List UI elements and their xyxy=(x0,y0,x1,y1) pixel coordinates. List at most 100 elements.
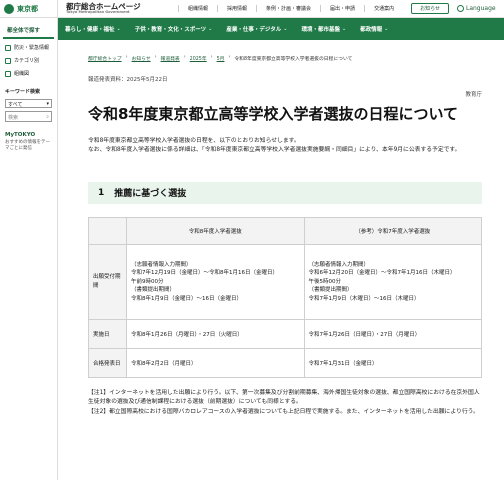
tokyo-logo[interactable]: 東京都 xyxy=(0,0,57,18)
table-row: 実施日 令和8年1月26日（月曜日）・27日（火曜日） 令和7年1月26日（日曜… xyxy=(88,318,482,349)
breadcrumb-current: 令和8年度東京都立高等学校入学者選抜の日程について xyxy=(234,57,353,62)
breadcrumb-separator: › xyxy=(210,55,213,60)
cell-line: 令和7年12月19日（金曜日）～令和8年1月16日（金曜日） xyxy=(131,270,278,277)
cell-line: 令和6年12月20日（金曜日）～令和7年1月16日（木曜日） xyxy=(308,270,456,277)
main-content: 都庁総合トップ › お知らせ › 報道発表 › 2025年 › 5月 › 令和8… xyxy=(58,40,504,480)
cell-line: （書類提出期間） xyxy=(131,287,176,294)
publication-date: 報道発表資料：2025年5月22日 xyxy=(88,77,168,83)
row-label: 出願受付期間 xyxy=(88,243,127,320)
breadcrumb-top[interactable]: 都庁総合トップ xyxy=(88,55,122,62)
notice-button[interactable]: お知らせ xyxy=(411,3,449,14)
cell-line: 午前9時00分 xyxy=(131,278,164,285)
nav-item-living[interactable]: 暮らし・健康・福祉 ⌄ xyxy=(58,25,128,33)
util-link-access[interactable]: 交通案内 xyxy=(364,5,403,12)
breadcrumb-separator: › xyxy=(154,55,157,60)
search-input[interactable]: 検索 ⌕ xyxy=(5,111,52,122)
breadcrumb-separator: › xyxy=(228,55,231,60)
table-header-2025: （参考）令和7年度入学者選抜 xyxy=(303,216,482,245)
nav-label: 暮らし・健康・福祉 xyxy=(65,27,115,33)
util-link-ordinances[interactable]: 条例・計画・審議会 xyxy=(256,5,320,12)
language-button[interactable]: Language xyxy=(456,5,496,12)
nav-item-environment[interactable]: 環境・都市基盤 ⌄ xyxy=(294,25,353,33)
main-nav: 暮らし・健康・福祉 ⌄ 子供・教育・文化・スポーツ ⌄ 産業・仕事・デジタル ⌄ 環境… xyxy=(58,18,504,40)
mytokyo-link[interactable]: MyTOKYO xyxy=(5,132,52,138)
nav-label: 産業・仕事・デジタル xyxy=(226,27,282,33)
sidebar-item-emergency[interactable]: 防災・緊急情報 xyxy=(0,41,57,54)
nav-item-government[interactable]: 都政情報 ⌄ xyxy=(353,25,395,33)
page: 東京都 都全体で探す 防災・緊急情報 カテゴリ別 組織図 キーワード検索 すべて… xyxy=(0,0,504,480)
sidebar-item-label: カテゴリ別 xyxy=(14,58,40,64)
nav-label: 子供・教育・文化・スポーツ xyxy=(134,27,207,33)
cell-line: （書類提出期間） xyxy=(308,287,353,294)
table-cell: 令和8年1月26日（月曜日）・27日（火曜日） xyxy=(126,318,305,349)
page-title: 令和8年度東京都立高等学校入学者選抜の日程について xyxy=(88,105,458,123)
org-chart-icon xyxy=(5,70,11,77)
breadcrumb-press[interactable]: 報道発表 xyxy=(161,55,180,62)
nav-label: 環境・都市基盤 xyxy=(301,27,340,33)
row-label: 実施日 xyxy=(88,318,127,349)
section-title: 推薦に基づく選抜 xyxy=(114,189,187,200)
warning-icon xyxy=(5,44,11,51)
sidebar-item-label: 防災・緊急情報 xyxy=(14,45,50,51)
search-scope-value: すべて xyxy=(8,102,23,108)
search-icon[interactable]: ⌕ xyxy=(46,114,49,120)
nav-item-education[interactable]: 子供・教育・文化・スポーツ ⌄ xyxy=(128,25,220,33)
table-header-row: 令和8年度入学者選抜 （参考）令和7年度入学者選抜 xyxy=(88,216,482,245)
cell-line: 令和7年1月9日（木曜日）～16日（木曜日） xyxy=(308,295,420,302)
category-icon xyxy=(5,57,11,64)
table-cell: 令和8年2月2日（月曜日） xyxy=(126,347,305,378)
table-header-empty xyxy=(88,216,127,245)
sidebar-item-org-chart[interactable]: 組織図 xyxy=(0,67,57,80)
keyword-search-label: キーワード検索 xyxy=(5,89,41,95)
search-scope-select[interactable]: すべて ▾ xyxy=(5,99,52,108)
intro-paragraph: なお、令和8年度入学者選抜に係る詳細は、「令和8年度東京都立高等学校入学者選抜実… xyxy=(88,146,461,153)
breadcrumb-month[interactable]: 5月 xyxy=(217,55,225,62)
department: 教育庁 xyxy=(465,92,482,98)
sidebar-item-category[interactable]: カテゴリ別 xyxy=(0,54,57,67)
cell-line: 令和8年1月9日（金曜日）～16日（金曜日） xyxy=(131,295,242,302)
site-title[interactable]: 都庁総合ホームページ Tokyo Metropolitan Government xyxy=(58,3,178,14)
table-cell: （志願者情報入力期間） 令和6年12月20日（金曜日）～令和7年1月16日（木曜… xyxy=(303,243,482,320)
table-cell: （志願者情報入力期間） 令和7年12月19日（金曜日）～令和8年1月16日（金曜… xyxy=(126,243,305,320)
tokyo-emblem-icon xyxy=(4,3,14,14)
breadcrumb-notices[interactable]: お知らせ xyxy=(132,55,151,62)
table-header-2026: 令和8年度入学者選抜 xyxy=(126,216,305,245)
section-heading: 1 推薦に基づく選抜 xyxy=(88,181,482,204)
language-label: Language xyxy=(465,5,496,12)
site-subtitle: Tokyo Metropolitan Government xyxy=(66,9,130,14)
nav-label: 都政情報 xyxy=(360,27,383,33)
sidebar-item-label: 組織図 xyxy=(14,71,30,77)
schedule-table: 令和8年度入学者選抜 （参考）令和7年度入学者選抜 出願受付期間 （志願者情報入… xyxy=(88,216,482,378)
mytokyo-description: おすすめの情報をテーマごとに発信 xyxy=(5,140,50,151)
section-number: 1 xyxy=(98,187,105,198)
cell-line: （志願者情報入力期間） xyxy=(131,261,192,268)
table-cell: 令和7年1月26日（日曜日）・27日（月曜日） xyxy=(303,318,482,349)
util-link-organization[interactable]: 組織情報 xyxy=(178,5,217,12)
globe-icon xyxy=(456,5,464,12)
search-placeholder: 検索 xyxy=(8,115,19,121)
intro-text: 令和8年度東京都立高等学校入学者選抜の日程を、以下のとおりお知らせします。 なお… xyxy=(88,137,482,155)
sidebar: 東京都 都全体で探す 防災・緊急情報 カテゴリ別 組織図 キーワード検索 すべて… xyxy=(0,0,58,480)
util-link-applications[interactable]: 届出・申請 xyxy=(320,5,364,12)
breadcrumb-separator: › xyxy=(125,55,128,60)
table-cell: 令和7年1月31日（金曜日） xyxy=(303,347,482,378)
notes: 【注1】インターネットを活用した出願により行う。以下、第一次募集及び分割前期募集… xyxy=(88,389,482,417)
util-link-recruitment[interactable]: 採用情報 xyxy=(217,5,256,12)
table-row: 出願受付期間 （志願者情報入力期間） 令和7年12月19日（金曜日）～令和8年1… xyxy=(88,243,482,320)
chevron-down-icon: ▾ xyxy=(46,101,49,107)
breadcrumb-separator: › xyxy=(183,55,186,60)
cell-line: （志願者情報入力期間） xyxy=(308,261,370,268)
chevron-down-icon: ⌄ xyxy=(384,26,389,32)
cell-line: 午後5時00分 xyxy=(308,278,342,285)
table-row: 合格発表日 令和8年2月2日（月曜日） 令和7年1月31日（金曜日） xyxy=(88,347,482,378)
nav-item-industry[interactable]: 産業・仕事・デジタル ⌄ xyxy=(219,25,294,33)
row-label: 合格発表日 xyxy=(88,347,127,378)
sidebar-section-title: 都全体で探す xyxy=(3,22,54,39)
utility-links: 組織情報 採用情報 条例・計画・審議会 届出・申請 交通案内 xyxy=(178,5,403,12)
breadcrumb-year[interactable]: 2025年 xyxy=(190,55,207,62)
chevron-down-icon: ⌄ xyxy=(116,26,121,32)
logo-text: 東京都 xyxy=(17,4,38,13)
chevron-down-icon: ⌄ xyxy=(208,26,213,32)
chevron-down-icon: ⌄ xyxy=(341,26,347,32)
note-1: 【注1】インターネットを活用した出願により行う。以下、第一次募集及び分割前期募集… xyxy=(88,389,480,406)
